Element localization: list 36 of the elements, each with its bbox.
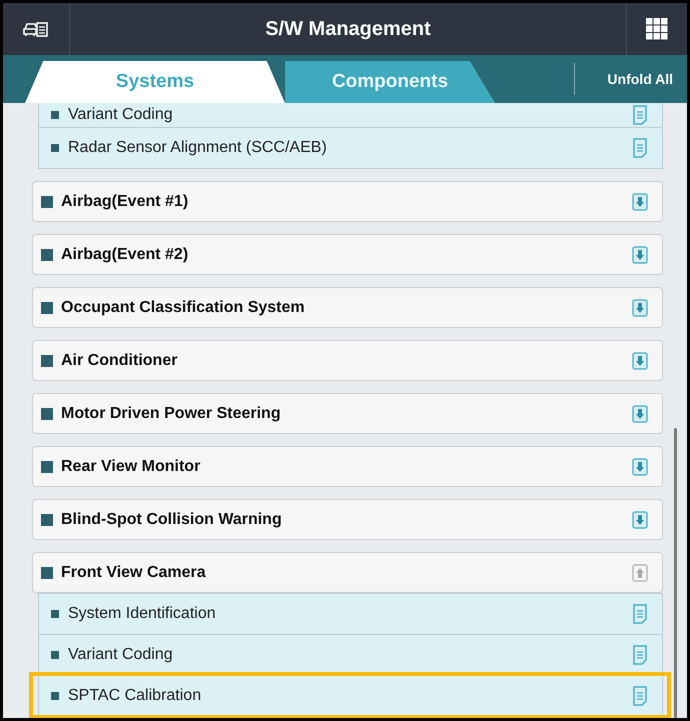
scrollbar[interactable] <box>674 428 677 718</box>
document-icon[interactable] <box>632 686 648 706</box>
bullet-icon <box>51 610 59 618</box>
list-item[interactable]: SPTAC Calibration <box>32 675 668 716</box>
bullet-icon <box>51 692 59 700</box>
document-icon[interactable] <box>632 105 648 125</box>
bullet-icon <box>41 514 53 526</box>
bullet-icon <box>41 302 53 314</box>
system-row[interactable]: Rear View Monitor <box>32 446 663 487</box>
bullet-icon <box>41 460 53 472</box>
list-item[interactable]: Variant Coding <box>39 103 662 127</box>
system-row[interactable]: Occupant Classification System <box>32 287 663 328</box>
bullet-icon <box>41 354 53 366</box>
bullet-icon <box>51 651 59 659</box>
unfold-all-button[interactable]: Unfold All <box>574 63 687 95</box>
document-icon[interactable] <box>632 645 648 665</box>
document-icon[interactable] <box>632 604 648 624</box>
bullet-icon <box>41 248 53 260</box>
system-row[interactable]: Motor Driven Power Steering <box>32 393 663 434</box>
bullet-icon <box>51 111 59 119</box>
bullet-icon <box>51 144 59 152</box>
window-title: S/W Management <box>264 18 432 40</box>
bullet-icon <box>41 196 53 208</box>
list-item[interactable]: Variant Coding <box>39 634 662 675</box>
bullet-icon <box>41 566 53 578</box>
system-row[interactable]: Airbag(Event #1) <box>32 181 663 222</box>
system-row[interactable]: Front View Camera <box>32 552 663 593</box>
car-document-icon[interactable] <box>23 20 49 38</box>
list-item[interactable]: System Identification <box>39 593 662 634</box>
grid-menu-icon[interactable] <box>646 18 668 40</box>
bullet-icon <box>41 408 53 420</box>
system-row[interactable]: Blind-Spot Collision Warning <box>32 499 663 540</box>
list-item[interactable]: Radar Sensor Alignment (SCC/AEB) <box>39 127 662 168</box>
document-icon[interactable] <box>632 138 648 158</box>
system-row[interactable]: Airbag(Event #2) <box>32 234 663 275</box>
system-row[interactable]: Air Conditioner <box>32 340 663 381</box>
